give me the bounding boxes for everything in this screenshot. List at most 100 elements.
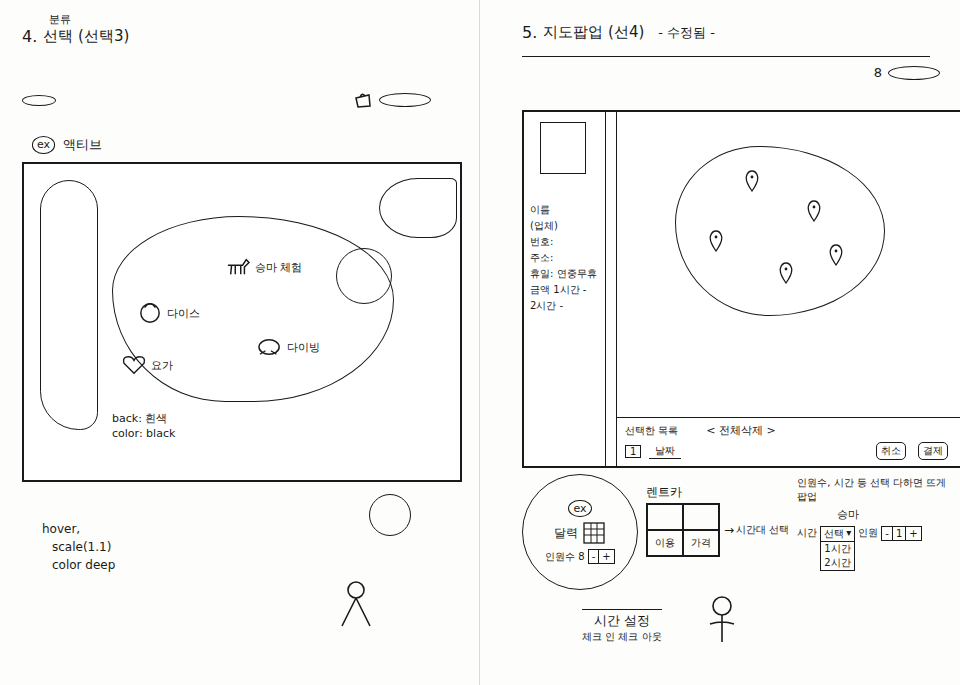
select-value: 선택	[824, 527, 844, 541]
rental-label: 렌트카	[646, 484, 789, 501]
ex-badge: ex	[568, 500, 591, 517]
heart-icon	[120, 354, 148, 376]
note-line: back: 흰색	[112, 412, 175, 427]
clear-all-button[interactable]: < 전체삭제 >	[706, 423, 775, 438]
grid-cell[interactable]	[647, 504, 683, 530]
note-line: hover,	[42, 520, 115, 538]
people-label: 인원	[858, 526, 878, 540]
minus-button[interactable]: -	[589, 550, 599, 563]
footer-sub: 체크 인 체크 아웃	[582, 630, 662, 644]
note-line: color: black	[112, 427, 175, 442]
activity-label: 다이빙	[287, 340, 320, 355]
info-line: 번호:	[530, 235, 599, 248]
header-right: 8	[522, 65, 960, 80]
people-count: 1	[892, 527, 905, 540]
arrow-note: 시간대 선택	[736, 523, 789, 537]
activity-label: 승마 체험	[255, 260, 303, 275]
people-count: 8	[578, 551, 584, 562]
island-blob	[675, 146, 885, 316]
calendar-row: 달력	[554, 521, 606, 545]
minus-button[interactable]: -	[882, 527, 892, 540]
note-line: scale(1.1)	[52, 538, 115, 556]
map-canvas[interactable]	[617, 112, 960, 417]
page-header: 4.분류선택 (선택3)	[22, 12, 461, 46]
popup-item: 승마	[837, 507, 956, 522]
info-line: 2시간 -	[530, 299, 599, 312]
sketch-sheet: 4.분류선택 (선택3)ex액티브승마 체험다이스다이빙요가back: 흰색co…	[0, 0, 960, 685]
map-pin-icon[interactable]	[779, 262, 793, 284]
activity-label: 요가	[151, 358, 173, 373]
info-line: 금액 1시간 -	[530, 283, 599, 296]
activity-marker[interactable]: 요가	[120, 354, 173, 376]
bag-icon[interactable]	[353, 90, 373, 110]
grid-cell[interactable]: 이용	[647, 530, 683, 556]
search-oval[interactable]	[379, 93, 431, 107]
popup-example: 인원수, 시간 등 선택 다하면 뜨게 팝업승마시간선택▾1시간2시간인원-1+	[797, 474, 956, 571]
circle-mark	[369, 494, 411, 536]
search-oval[interactable]	[888, 66, 940, 80]
selected-item: 1날짜취소결제	[625, 442, 952, 460]
title-insert: 분류	[49, 12, 71, 27]
activity-marker[interactable]: 다이스	[136, 302, 200, 324]
ex-label: 액티브	[63, 136, 102, 154]
popup-note: 인원수, 시간 등 선택 다하면 뜨게 팝업	[797, 476, 956, 503]
info-line: 이름	[530, 203, 599, 216]
date-field[interactable]: 날짜	[649, 444, 681, 459]
hover-note: hover,scale(1.1)color deep	[42, 520, 115, 685]
step-number: 5.	[522, 23, 537, 42]
info-line: (업체)	[530, 219, 599, 232]
hover-section: hover,scale(1.1)color deep	[22, 482, 461, 685]
annotations: ex달력인원수8-+렌트카이용가격→시간대 선택인원수, 시간 등 선택 다하면…	[522, 468, 960, 685]
scroll-strip[interactable]	[606, 112, 617, 466]
place-thumbnail	[540, 122, 586, 174]
grid-cell[interactable]: 가격	[683, 530, 719, 556]
selected-title: 선택한 목록	[625, 424, 678, 438]
map-pin-icon[interactable]	[745, 170, 759, 192]
map-pin-icon[interactable]	[709, 230, 723, 252]
time-label: 시간	[797, 526, 817, 540]
caret-icon: ▾	[846, 527, 851, 541]
note-line: color deep	[52, 556, 115, 574]
corner-blob	[379, 178, 457, 238]
plus-button[interactable]: +	[598, 550, 613, 563]
grid-cell[interactable]	[683, 504, 719, 530]
activity-marker[interactable]: 승마 체험	[224, 256, 303, 278]
header-line	[522, 56, 930, 57]
action-button[interactable]: 취소	[876, 442, 906, 460]
example-label: ex액티브	[32, 136, 461, 154]
map-pin-icon[interactable]	[829, 244, 843, 266]
info-line: 휴일: 연중무휴	[530, 267, 599, 280]
people-label: 인원수	[545, 550, 575, 564]
activity-marker[interactable]: 다이빙	[256, 336, 320, 358]
rental-example: 렌트카이용가격 →시간대 선택	[646, 474, 789, 557]
time-option[interactable]: 1시간	[821, 542, 854, 556]
horse-icon	[224, 256, 252, 278]
map-popup: 이름(업체)번호:주소:휴일: 연중무휴금액 1시간 -2시간 -선택한 목록<…	[522, 110, 960, 468]
footer-row: 시간 설정체크 인 체크 아웃	[522, 594, 956, 644]
selected-header: 선택한 목록 < 전체삭제 >	[625, 423, 952, 438]
logo-oval[interactable]	[22, 95, 56, 106]
style-note: back: 흰색color: black	[112, 412, 175, 442]
diving-icon	[256, 336, 284, 358]
right-page: 5.지도팝업 (선4)- 수정됨 -8이름(업체)번호:주소:휴일: 연중무휴금…	[480, 0, 960, 685]
time-option[interactable]: 2시간	[821, 556, 854, 570]
calendar-example: ex달력인원수8-+	[522, 474, 638, 590]
map-pin-icon[interactable]	[807, 200, 821, 222]
rental-grid: 이용가격	[646, 503, 720, 557]
header-mark[interactable]: 8	[874, 65, 882, 80]
people-stepper[interactable]: -+	[588, 549, 615, 564]
title-stack: 분류선택 (선택3)	[43, 12, 129, 46]
time-select[interactable]: 선택▾1시간2시간	[820, 526, 855, 571]
sketch-figures	[281, 520, 431, 685]
rental-note: →시간대 선택	[724, 523, 789, 537]
time-row: 시간선택▾1시간2시간인원-1+	[797, 526, 956, 571]
edit-status: - 수정됨 -	[658, 24, 715, 42]
person-icon	[336, 580, 376, 630]
select-head: 선택▾	[821, 527, 854, 542]
page-header: 5.지도팝업 (선4)- 수정됨 -	[522, 12, 960, 42]
action-button[interactable]: 결제	[918, 442, 948, 460]
page-title: 선택 (선택3)	[43, 27, 129, 46]
plus-button[interactable]: +	[905, 527, 920, 540]
calendar-icon[interactable]	[582, 521, 606, 545]
people-stepper[interactable]: -1+	[881, 526, 921, 541]
